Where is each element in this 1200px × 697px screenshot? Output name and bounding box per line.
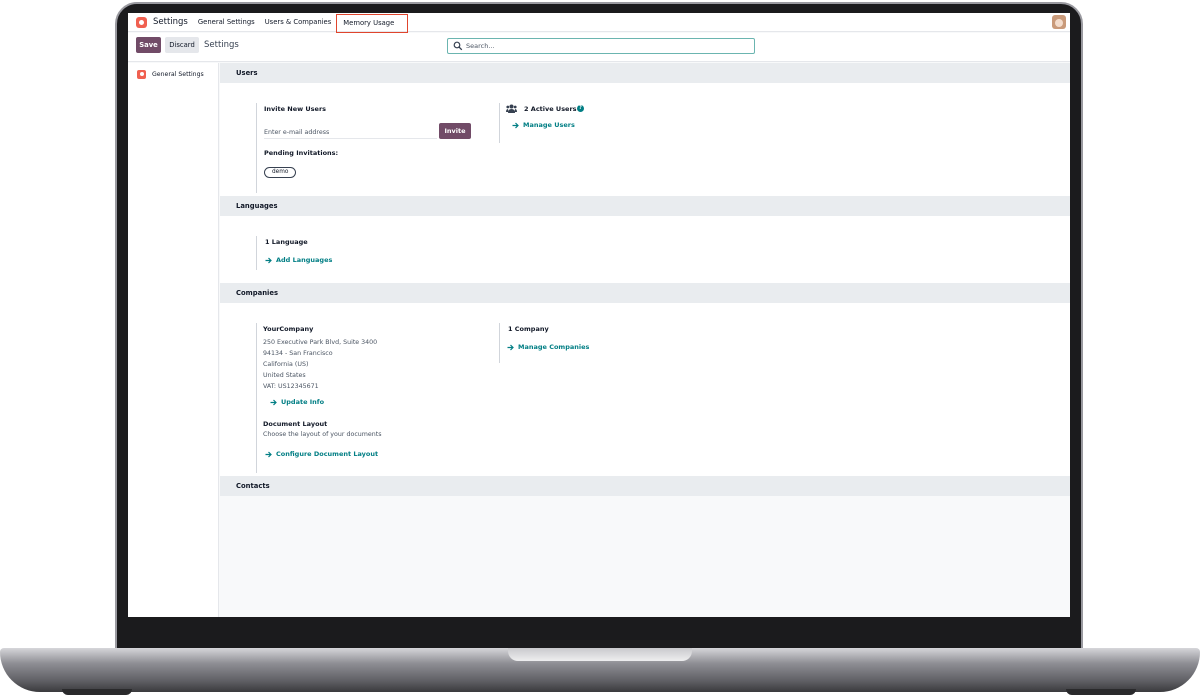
add-languages-link[interactable]: Add Languages [265,256,332,264]
section-body-languages: 1 Language Add Languages [220,216,1070,283]
top-navbar: Settings General Settings Users & Compan… [128,13,1070,33]
laptop-notch [508,648,692,661]
section-title: Languages [236,202,278,210]
arrow-right-icon [265,257,272,263]
setting-languages [256,236,257,270]
section-header-users: Users [220,63,1070,83]
laptop-foot-left [62,689,132,695]
link-label: Manage Companies [518,343,590,351]
arrow-right-icon [512,122,519,128]
manage-companies-link[interactable]: Manage Companies [507,343,589,351]
setting-company-count [499,323,500,363]
user-avatar[interactable] [1052,15,1066,29]
search-box[interactable] [447,38,755,54]
save-button[interactable]: Save [136,37,161,53]
setting-active-users [499,103,500,143]
company-name: YourCompany [263,325,314,333]
page-title: Settings [204,40,239,50]
nav-general-settings[interactable]: General Settings [198,18,255,26]
section-header-languages: Languages [220,196,1070,216]
settings-app-icon[interactable] [136,16,147,28]
help-icon[interactable]: ? [577,105,584,112]
settings-app-icon [137,69,146,79]
nav-memory-usage[interactable]: Memory Usage [336,13,409,33]
document-layout-label: Document Layout [263,420,328,428]
arrow-right-icon [265,451,272,457]
active-users-count: 2 Active Users [524,105,577,113]
email-input[interactable] [264,127,437,139]
app-screen: Settings General Settings Users & Compan… [128,13,1070,617]
update-info-link[interactable]: Update Info [270,398,324,406]
pending-invitations-label: Pending Invitations: [264,149,339,157]
section-title: Companies [236,289,279,297]
sidebar-item-label: General Settings [152,70,204,78]
address-line: California (US) [263,361,309,368]
setting-company-info [256,323,257,473]
setting-invite-users: Invite New Users [256,103,326,193]
search-icon [453,41,463,51]
arrow-right-icon [270,399,277,405]
section-title: Users [236,69,258,77]
language-count: 1 Language [265,238,308,246]
search-input[interactable] [466,42,746,50]
discard-button[interactable]: Discard [165,37,199,53]
sidebar-item-general-settings[interactable]: General Settings [128,66,218,82]
link-label: Update Info [281,398,325,406]
control-panel: Save Discard Settings [128,33,1070,62]
link-label: Configure Document Layout [276,450,379,458]
section-title: Contacts [236,482,270,490]
nav-users-companies[interactable]: Users & Companies [265,18,332,26]
vat-line: VAT: US12345671 [263,383,319,390]
app-name[interactable]: Settings [153,17,188,27]
arrow-right-icon [507,344,514,350]
link-label: Manage Users [523,121,575,129]
section-body-users: Invite New Users Invite Pending Invitati… [220,83,1070,196]
address-line: 94134 - San Francisco [263,350,333,357]
configure-document-layout-link[interactable]: Configure Document Layout [265,450,378,458]
section-body-companies: YourCompany 250 Executive Park Blvd, Sui… [220,303,1070,476]
section-header-companies: Companies [220,283,1070,303]
link-label: Add Languages [276,256,333,264]
laptop-foot-right [1066,689,1136,695]
pending-invitation-tag[interactable]: demo [264,167,297,178]
settings-sidebar: General Settings [128,63,219,617]
document-layout-description: Choose the layout of your documents [263,431,382,438]
section-header-contacts: Contacts [220,476,1070,496]
invite-button[interactable]: Invite [439,123,471,139]
address-line: 250 Executive Park Blvd, Suite 3400 [263,339,378,346]
company-count: 1 Company [508,325,549,333]
address-line: United States [263,372,306,379]
manage-users-link[interactable]: Manage Users [512,121,575,129]
users-icon [506,104,517,113]
invite-users-label: Invite New Users [264,105,327,113]
settings-main: Users Invite New Users Invite Pending In… [220,63,1070,617]
